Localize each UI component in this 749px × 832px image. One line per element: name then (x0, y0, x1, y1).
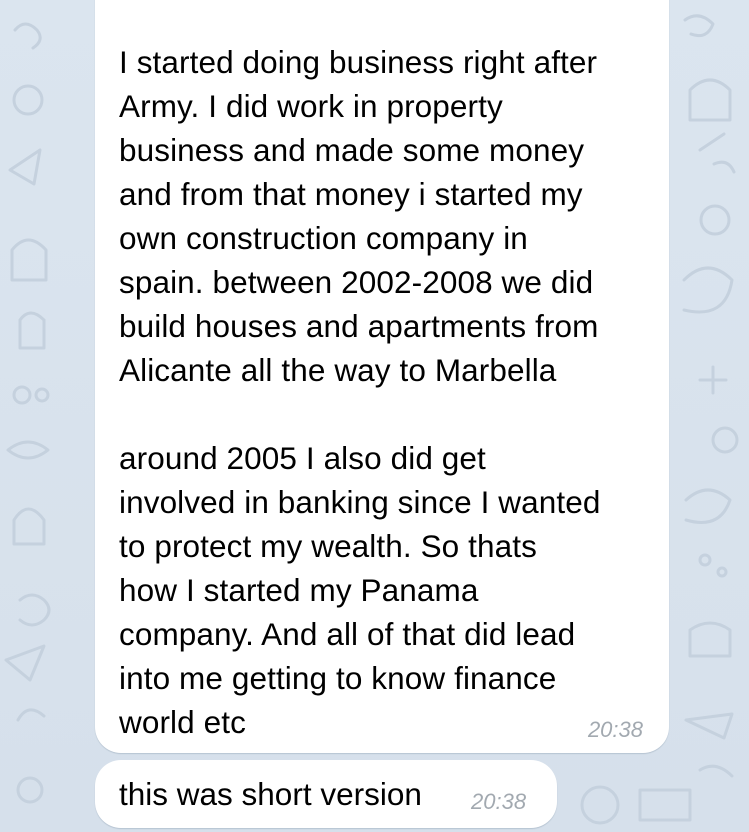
message-bubble[interactable]: this was short version 20:38 (95, 760, 557, 828)
message-bubble[interactable]: I started doing business right after Arm… (95, 0, 669, 753)
message-text: this was short version (119, 776, 422, 812)
message-timestamp: 20:38 (587, 717, 643, 742)
message-timestamp: 20:38 (471, 789, 527, 814)
message-text: I started doing business right after Arm… (119, 44, 601, 740)
